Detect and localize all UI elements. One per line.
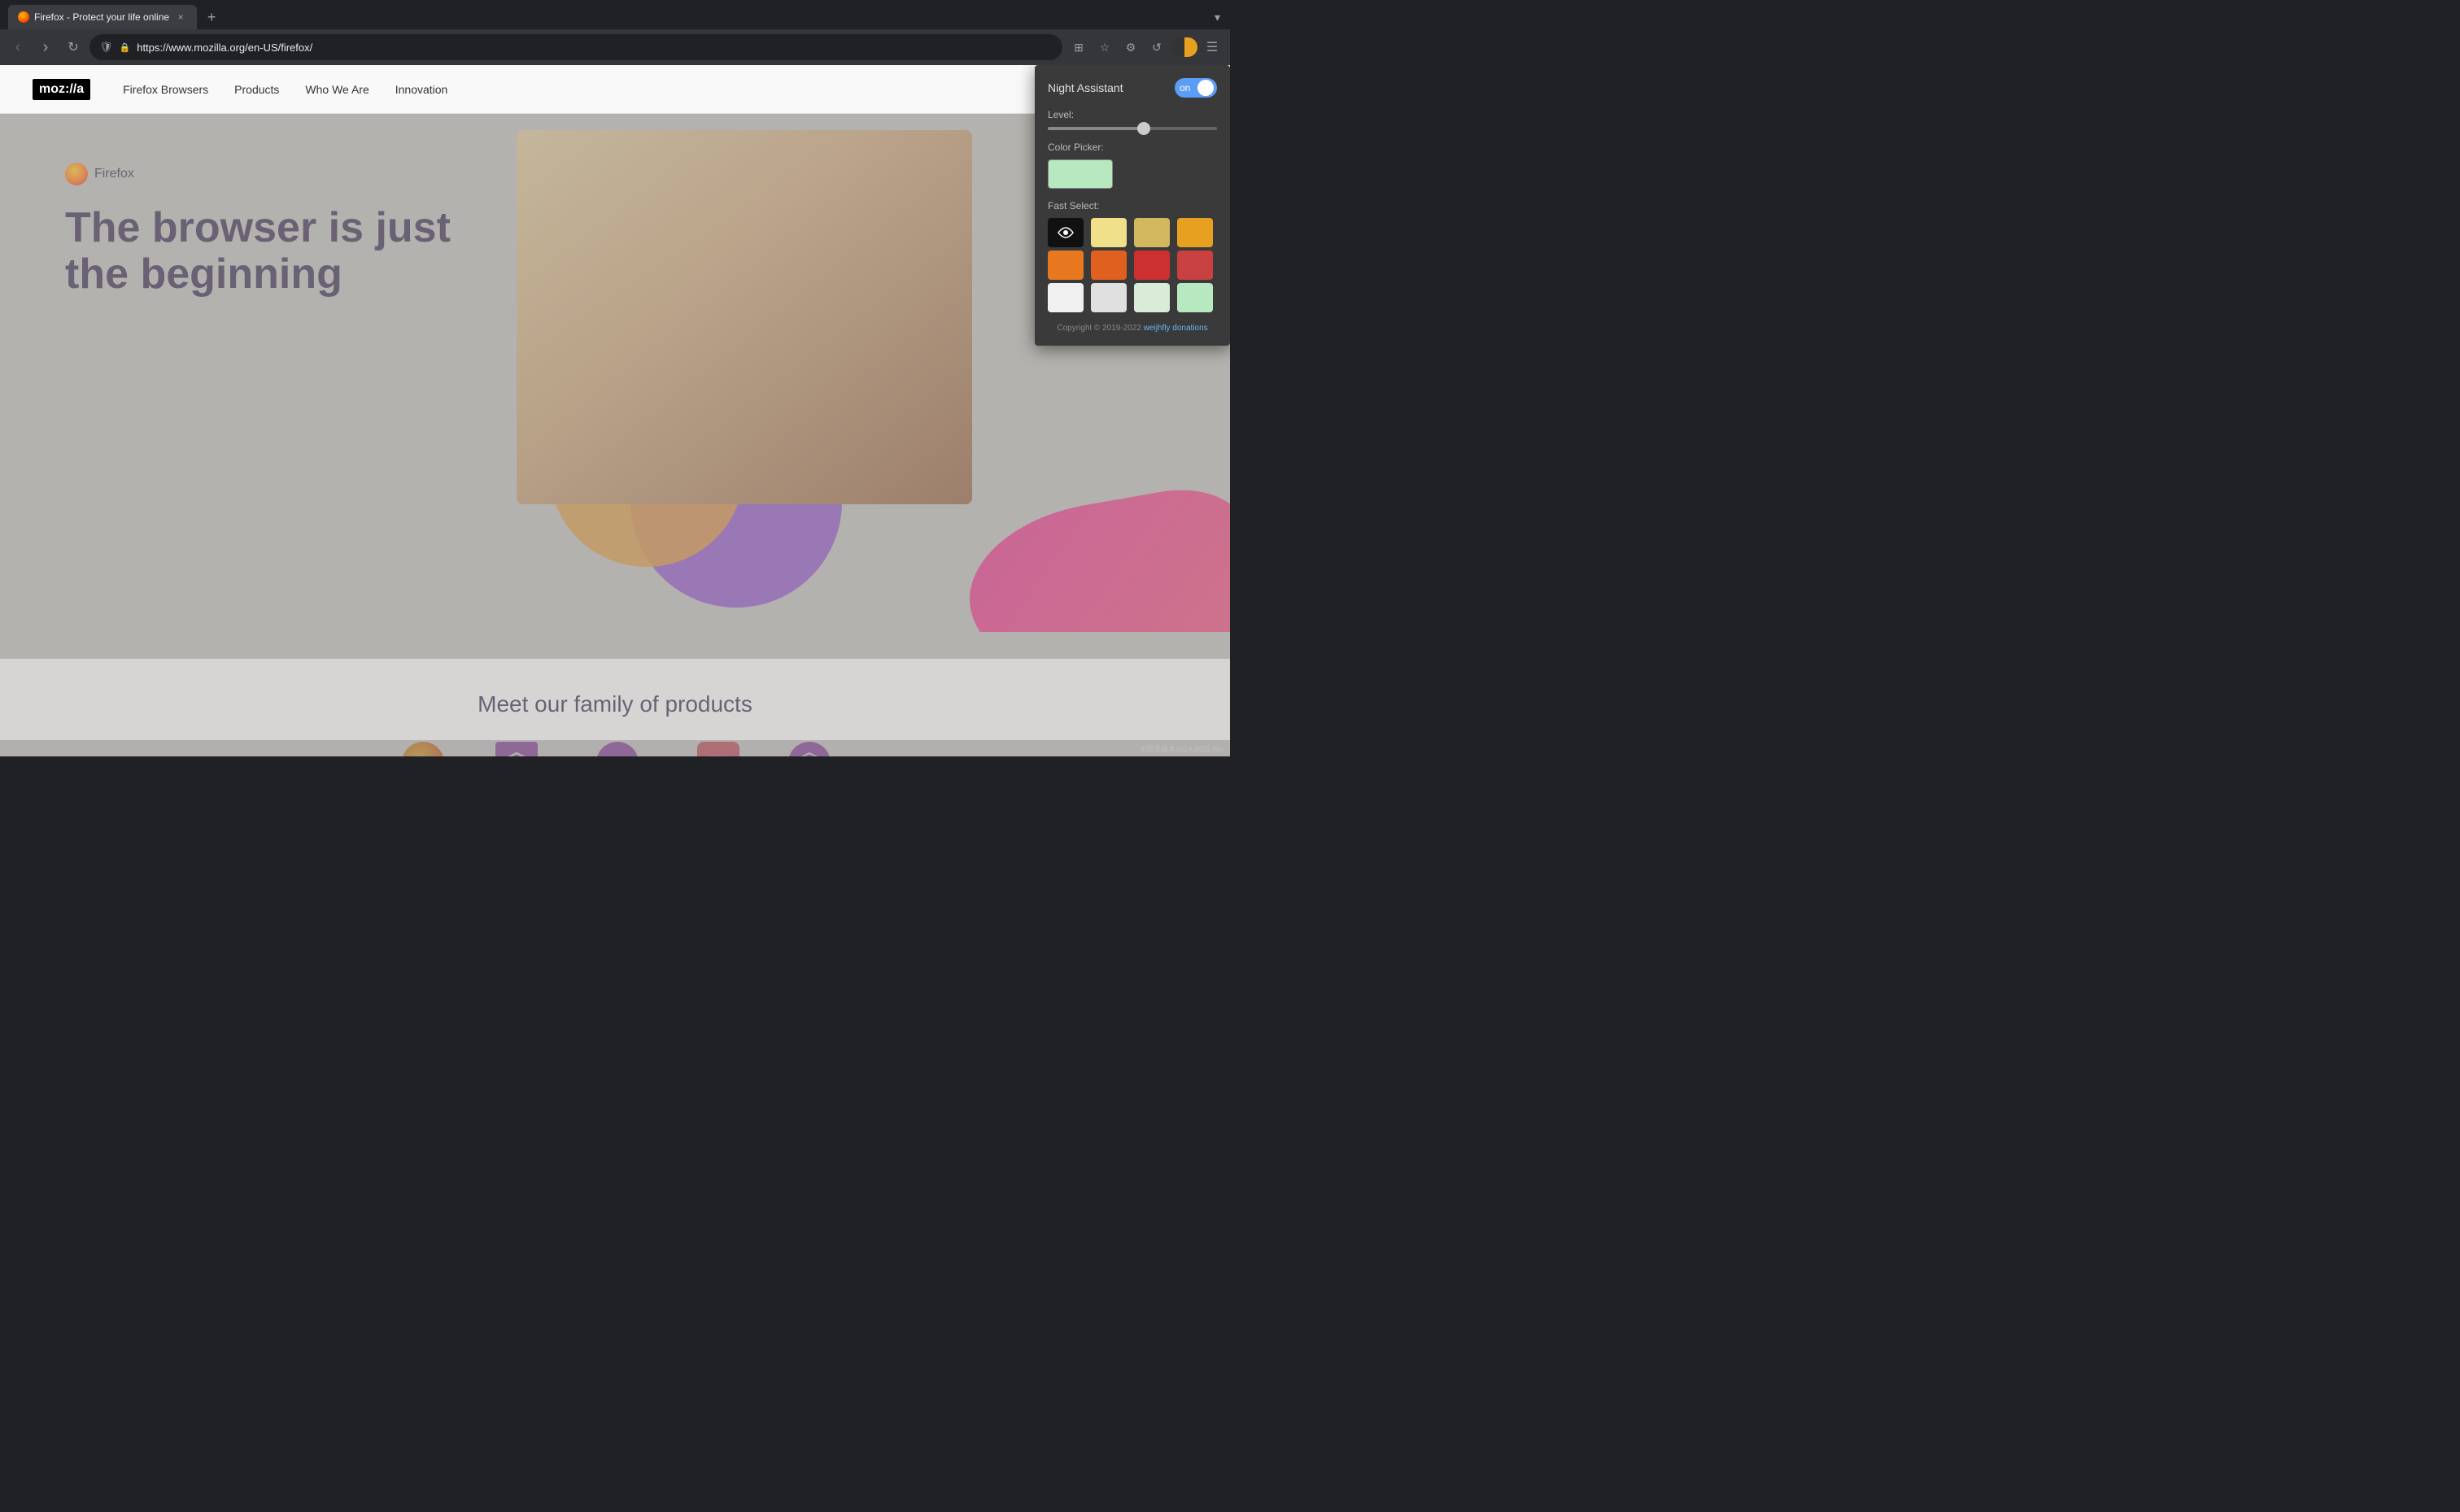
mozilla-logo[interactable]: moz://a (33, 79, 90, 100)
new-tab-button[interactable]: + (200, 6, 223, 28)
level-slider-track[interactable] (1048, 127, 1217, 130)
website-content: moz://a Firefox Browsers Products Who We… (0, 65, 1230, 756)
level-section: Level: (1048, 109, 1217, 130)
swatch-orange-yellow[interactable] (1177, 218, 1213, 247)
shield-icon: 🛡 (99, 41, 113, 54)
tab-bar: Firefox - Protect your life online × + ▾ (0, 0, 1230, 29)
nav-who-we-are[interactable]: Who We Are (305, 83, 369, 96)
bottom-bar: ©图灵绘本2019-2022 Rel (0, 740, 1230, 756)
fast-select-grid (1048, 218, 1217, 312)
firefox-logo-icon (65, 163, 88, 185)
refresh-button[interactable]: ↻ (62, 36, 85, 59)
menu-button[interactable]: ☰ (1201, 36, 1223, 59)
settings-button[interactable]: ⚙ (1119, 36, 1142, 59)
address-bar[interactable]: 🛡 🔒 https://www.mozilla.org/en-US/firefo… (89, 34, 1062, 60)
extensions-button[interactable]: ⊞ (1067, 36, 1090, 59)
swatch-pale-green[interactable] (1134, 283, 1170, 312)
products-title: Meet our family of products (33, 691, 1197, 717)
moz-nav-links: Firefox Browsers Products Who We Are Inn… (123, 83, 447, 96)
author-link[interactable]: weijhfly (1144, 324, 1171, 333)
panel-title: Night Assistant (1048, 81, 1123, 94)
nav-innovation[interactable]: Innovation (395, 83, 448, 96)
tab-title: Firefox - Protect your life online (34, 11, 169, 23)
hero-pink-blob (957, 478, 1230, 632)
browser-chrome: Firefox - Protect your life online × + ▾… (0, 0, 1230, 65)
color-picker-section: Color Picker: (1048, 142, 1217, 189)
bottom-bar-text: ©图灵绘本2019-2022 Rel (1141, 743, 1223, 754)
tab-bar-left: Firefox - Protect your life online × + (0, 5, 223, 29)
donations-link[interactable]: donations (1172, 324, 1207, 333)
swatch-orange-mid[interactable] (1091, 251, 1127, 280)
level-label: Level: (1048, 109, 1217, 120)
panel-copyright: Copyright © 2019-2022 weijhfly donations (1048, 324, 1217, 333)
tab-close-button[interactable]: × (174, 11, 187, 24)
bookmark-button[interactable]: ☆ (1093, 36, 1116, 59)
tab-scroll-button[interactable]: ▾ (1215, 11, 1220, 24)
active-tab[interactable]: Firefox - Protect your life online × (8, 5, 197, 29)
panel-header: Night Assistant on (1048, 78, 1217, 98)
hero-photo (517, 130, 972, 504)
fast-select-label: Fast Select: (1048, 200, 1217, 211)
firefox-badge-label: Firefox (94, 167, 134, 181)
toggle-knob (1197, 80, 1214, 96)
night-assistant-panel: Night Assistant on Level: Color Picker: … (1035, 65, 1230, 346)
toggle-label: on (1180, 82, 1190, 94)
color-picker-label: Color Picker: (1048, 142, 1217, 153)
swatch-tan[interactable] (1134, 218, 1170, 247)
tab-favicon (18, 11, 29, 23)
tab-bar-right: ▾ (1215, 11, 1230, 24)
theme-button[interactable] (1171, 37, 1197, 57)
night-assistant-toggle[interactable]: on (1175, 78, 1217, 98)
nav-firefox-browsers[interactable]: Firefox Browsers (123, 83, 208, 96)
nav-actions: ⊞ ☆ ⚙ ↺ ☰ (1067, 36, 1223, 59)
level-slider-fill (1048, 127, 1141, 130)
swatch-light-gray[interactable] (1091, 283, 1127, 312)
swatch-light-green[interactable] (1177, 283, 1213, 312)
lock-icon: 🔒 (120, 42, 131, 53)
swatch-red-mid[interactable] (1177, 251, 1213, 280)
nav-products[interactable]: Products (234, 83, 279, 96)
nav-bar: ‹ › ↻ 🛡 🔒 https://www.mozilla.org/en-US/… (0, 29, 1230, 65)
color-picker-swatch[interactable] (1048, 159, 1113, 189)
forward-button[interactable]: › (34, 36, 57, 59)
swatch-orange[interactable] (1048, 251, 1084, 280)
fast-select-section: Fast Select: (1048, 200, 1217, 312)
swatch-red[interactable] (1134, 251, 1170, 280)
address-text: https://www.mozilla.org/en-US/firefox/ (137, 41, 1053, 54)
hero-title: The browser is just the beginning (65, 205, 472, 298)
back-button[interactable]: ‹ (7, 36, 29, 59)
swatch-pale-yellow[interactable] (1091, 218, 1127, 247)
level-slider-thumb[interactable] (1137, 122, 1150, 135)
swatch-eye[interactable] (1048, 218, 1084, 247)
undo-button[interactable]: ↺ (1145, 36, 1168, 59)
swatch-white[interactable] (1048, 283, 1084, 312)
